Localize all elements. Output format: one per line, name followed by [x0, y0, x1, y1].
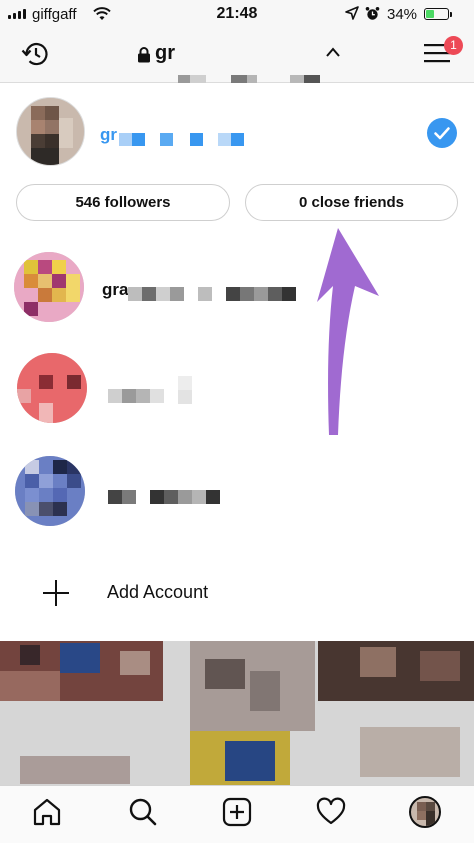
account-name: gra [102, 280, 129, 299]
selected-check-icon [427, 118, 457, 148]
current-account-row[interactable]: gr 546 followers 0 close friends [0, 83, 474, 238]
notification-badge: 1 [444, 36, 463, 55]
new-post-icon[interactable] [221, 796, 253, 828]
avatar [14, 252, 84, 322]
history-icon[interactable] [20, 38, 52, 70]
avatar [17, 353, 87, 423]
bottom-tab-bar [0, 785, 474, 843]
activity-heart-icon[interactable] [315, 796, 347, 828]
battery-icon [424, 8, 449, 20]
account-row-3[interactable] [0, 439, 474, 542]
avatar [15, 456, 85, 526]
battery-percent: 34% [387, 6, 418, 23]
search-icon[interactable] [127, 796, 159, 828]
followers-button[interactable]: 546 followers [16, 184, 230, 221]
avatar [16, 97, 85, 166]
battery-level-fill [426, 10, 434, 18]
alarm-clock-icon [365, 7, 380, 20]
status-bar: giffgaff 21:48 34% [0, 0, 474, 28]
top-navigation: gr 1 [0, 28, 474, 91]
profile-avatar[interactable] [409, 796, 441, 828]
home-icon[interactable] [31, 796, 63, 828]
add-account-row[interactable]: Add Account [0, 541, 474, 641]
account-row-1[interactable]: gra [0, 237, 474, 339]
caret-up-icon[interactable] [325, 46, 341, 58]
current-account-name: gr [100, 125, 117, 144]
plus-icon [43, 580, 69, 606]
location-arrow-icon [345, 6, 359, 20]
battery-cap [450, 12, 452, 17]
add-account-label: Add Account [107, 582, 209, 602]
lock-icon [138, 47, 150, 63]
annotation-arrow [317, 228, 379, 435]
account-row-2[interactable] [0, 338, 474, 440]
account-username[interactable]: gr [155, 42, 175, 65]
